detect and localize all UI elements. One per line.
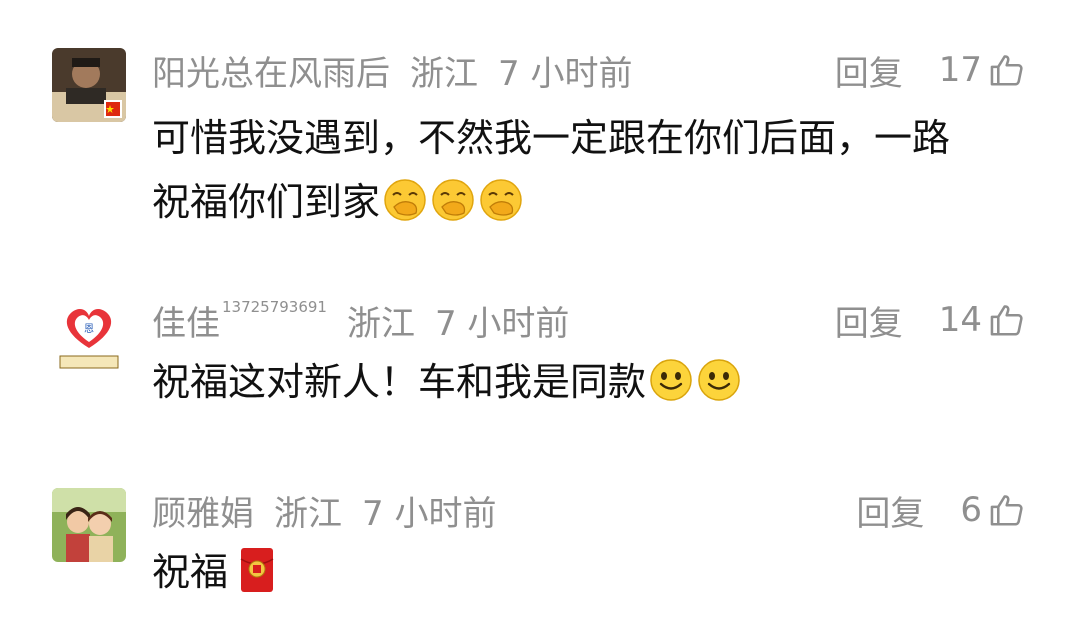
avatar[interactable]	[52, 48, 126, 122]
reply-button[interactable]: 回复	[856, 486, 924, 535]
location: 浙江	[274, 493, 342, 534]
comment-text-line2: 祝福你们到家	[152, 180, 381, 224]
facepalm-emoji	[384, 179, 426, 221]
comment-actions: 回复 6	[856, 486, 1026, 535]
location: 浙江	[410, 53, 478, 94]
smile-emoji	[650, 359, 692, 401]
comment-text: 祝福这对新人！车和我是同款	[152, 350, 1032, 414]
svg-text:恩: 恩	[84, 323, 94, 335]
thumbs-up-icon	[990, 55, 1023, 86]
avatar[interactable]	[52, 488, 126, 562]
comment-actions: 回复 17	[835, 46, 1026, 95]
location: 浙江	[346, 303, 415, 344]
avatar[interactable]: 恩	[52, 298, 126, 372]
username[interactable]: 顾雅娟	[152, 486, 254, 535]
username-suffix: 13725793691	[222, 298, 327, 317]
facepalm-emoji	[480, 179, 522, 221]
facepalm-emoji	[432, 179, 474, 221]
comment-meta: 顾雅娟 浙江 7 小时前	[152, 486, 497, 535]
username-text: 佳佳	[152, 303, 220, 344]
timestamp: 7 小时前	[434, 303, 570, 344]
username[interactable]: 佳佳 13725793691	[152, 296, 327, 345]
like-count: 14	[938, 300, 982, 340]
comment-text-line: 可惜我没遇到，不然我一定跟在你们后面，一路	[152, 116, 951, 160]
timestamp: 7 小时前	[362, 493, 497, 534]
comment-text-line: 祝福这对新人！车和我是同款	[152, 360, 647, 404]
comment-actions: 回复 14	[835, 296, 1026, 345]
thumbs-up-icon	[990, 305, 1023, 336]
comment-meta: 佳佳 13725793691 浙江 7 小时前	[152, 296, 570, 345]
like-count: 6	[960, 490, 982, 530]
reply-button[interactable]: 回复	[835, 296, 903, 345]
like-button[interactable]: 14	[939, 300, 1026, 340]
comment-text: 可惜我没遇到，不然我一定跟在你们后面，一路 祝福你们到家	[152, 106, 1032, 234]
thumbs-up-icon	[990, 495, 1023, 526]
red-envelope-icon	[240, 548, 274, 592]
comment-text: 祝福	[152, 540, 1032, 604]
comment-meta: 阳光总在风雨后 浙江 7 小时前	[152, 46, 633, 95]
username[interactable]: 阳光总在风雨后	[152, 46, 390, 95]
like-button[interactable]: 17	[939, 50, 1026, 90]
timestamp: 7 小时前	[498, 53, 633, 94]
like-button[interactable]: 6	[960, 490, 1026, 530]
comment-text-line: 祝福	[152, 550, 229, 594]
comment-text-line: 祝福你们到家	[152, 170, 1032, 234]
reply-button[interactable]: 回复	[835, 46, 903, 95]
smile-emoji	[698, 359, 740, 401]
like-count: 17	[938, 50, 982, 90]
